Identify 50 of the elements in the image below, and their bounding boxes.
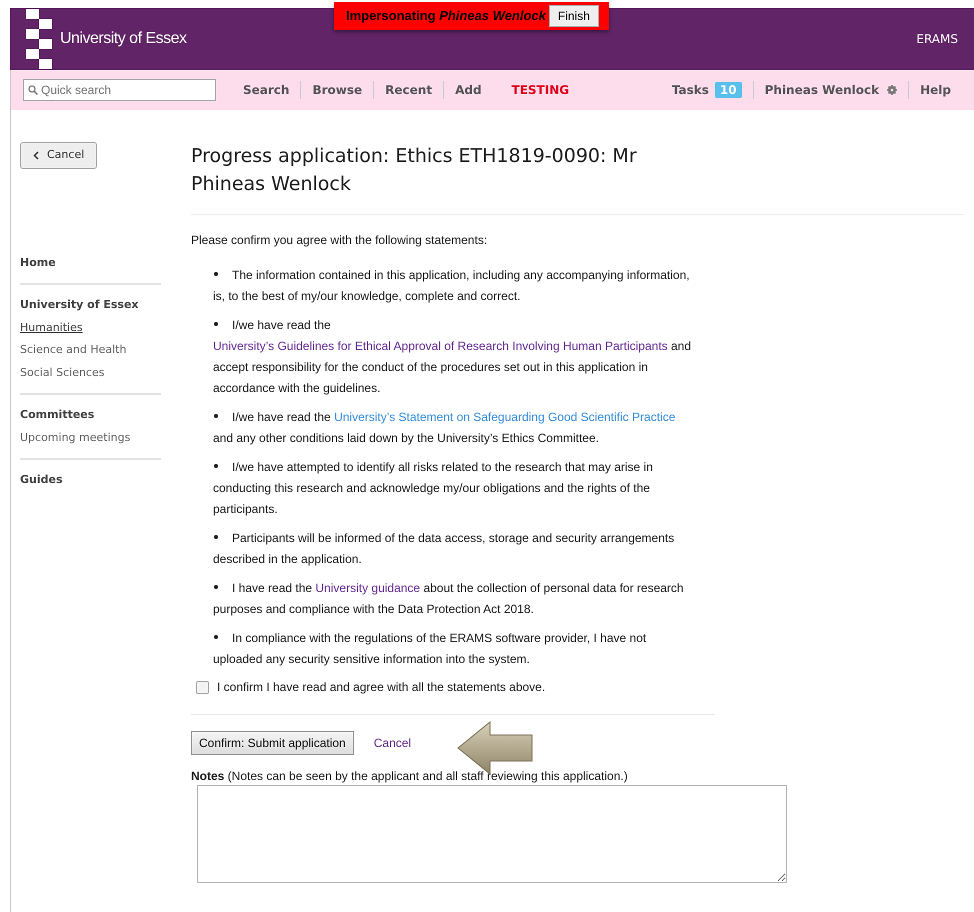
statement-text: I/we have attempted to identify all risks related to the research that may arise in conducting this research and acknowledge my/our obligations and the rights of the participants.	[213, 460, 653, 516]
quick-search-field[interactable]: Quick search	[23, 79, 216, 101]
sidebar-heading[interactable]: Guides	[20, 472, 161, 488]
bullet-icon	[214, 272, 218, 276]
nav-link[interactable]: Add	[444, 81, 493, 99]
confirm-label[interactable]: I confirm I have read and agree with all the statements above.	[217, 678, 546, 696]
sidebar-heading[interactable]: Home	[20, 254, 161, 271]
sidebar-link[interactable]: Social Sciences	[20, 364, 161, 381]
nav-link[interactable]: Search	[232, 81, 302, 99]
submit-button[interactable]: Confirm: Submit application	[191, 731, 354, 755]
gear-icon[interactable]	[887, 85, 898, 95]
sidebar-heading[interactable]: University of Essex	[20, 297, 161, 314]
sidebar-link[interactable]: Upcoming meetings	[20, 430, 161, 446]
bullet-icon	[214, 322, 218, 326]
bullet-icon	[214, 414, 218, 418]
sidebar-heading[interactable]: Committees	[20, 407, 161, 424]
bullet-icon	[214, 464, 218, 468]
cancel-button[interactable]: Cancel	[20, 142, 98, 168]
intro-text: Please confirm you agree with the following statements:	[191, 232, 488, 249]
statement-text: I have read the University guidance about the collection of personal data for research purposes and compliance with the Data Protection Act 2018.	[213, 581, 684, 616]
confirm-checkbox[interactable]	[196, 680, 209, 694]
statement-text: Participants will be informed of the data access, storage and security arrangements described in the application.	[213, 531, 674, 566]
finish-button[interactable]: Finish	[548, 5, 599, 27]
notes-label: Notes (Notes can be seen by the applicant and all staff reviewing this application.)	[191, 768, 629, 785]
statement-text: The information contained in this application, including any accompanying information, is, to the best of my/our knowledge, complete and correct.	[213, 268, 690, 303]
task-count-badge: 10	[714, 82, 742, 98]
statement-link[interactable]: University guidance	[315, 581, 420, 595]
statement-link[interactable]: University’s Guidelines for Ethical Approval of Research Involving Human Participants	[213, 339, 668, 353]
chevron-left-icon	[33, 150, 39, 160]
nav-link[interactable]: Help	[909, 81, 962, 99]
statement-text: I/we have read the University’s Guidelines for Ethical Approval of Research Involving Human Participants and accept responsibility for the conduct of the procedures set out in this application in accordance with the guidelines.	[213, 318, 692, 395]
nav-link[interactable]: Recent	[374, 81, 444, 99]
statement-text: In compliance with the regulations of the ERAMS software provider, I have not uploaded any security sensitive information into the system.	[213, 631, 646, 666]
sidebar-link[interactable]: Science and Health	[20, 342, 161, 358]
bullet-icon	[214, 535, 218, 539]
cancel-link[interactable]: Cancel	[374, 734, 412, 752]
statement-text: I/we have read the University’s Statement on Safeguarding Good Scientific Practice and any other conditions laid down by the University’s Ethics Committee.	[213, 410, 676, 445]
app-name: ERAMS	[916, 31, 958, 48]
user-menu[interactable]: Phineas Wenlock	[764, 81, 880, 99]
logo-icon	[26, 8, 52, 70]
nav-link[interactable]: Browse	[301, 81, 374, 99]
testing-label: TESTING	[510, 82, 570, 99]
logo-text[interactable]: University of Essex	[60, 27, 187, 51]
sidebar-link[interactable]: Humanities	[20, 320, 161, 336]
impersonation-text: Impersonating Phineas Wenlock	[346, 8, 546, 23]
bullet-icon	[214, 635, 218, 639]
notes-field[interactable]	[197, 785, 787, 883]
page-title: Progress application: Ethics ETH1819-0090: Mr Phineas Wenlock	[191, 144, 638, 197]
bullet-icon	[214, 585, 218, 589]
tasks-link[interactable]: Tasks 10	[660, 81, 754, 99]
